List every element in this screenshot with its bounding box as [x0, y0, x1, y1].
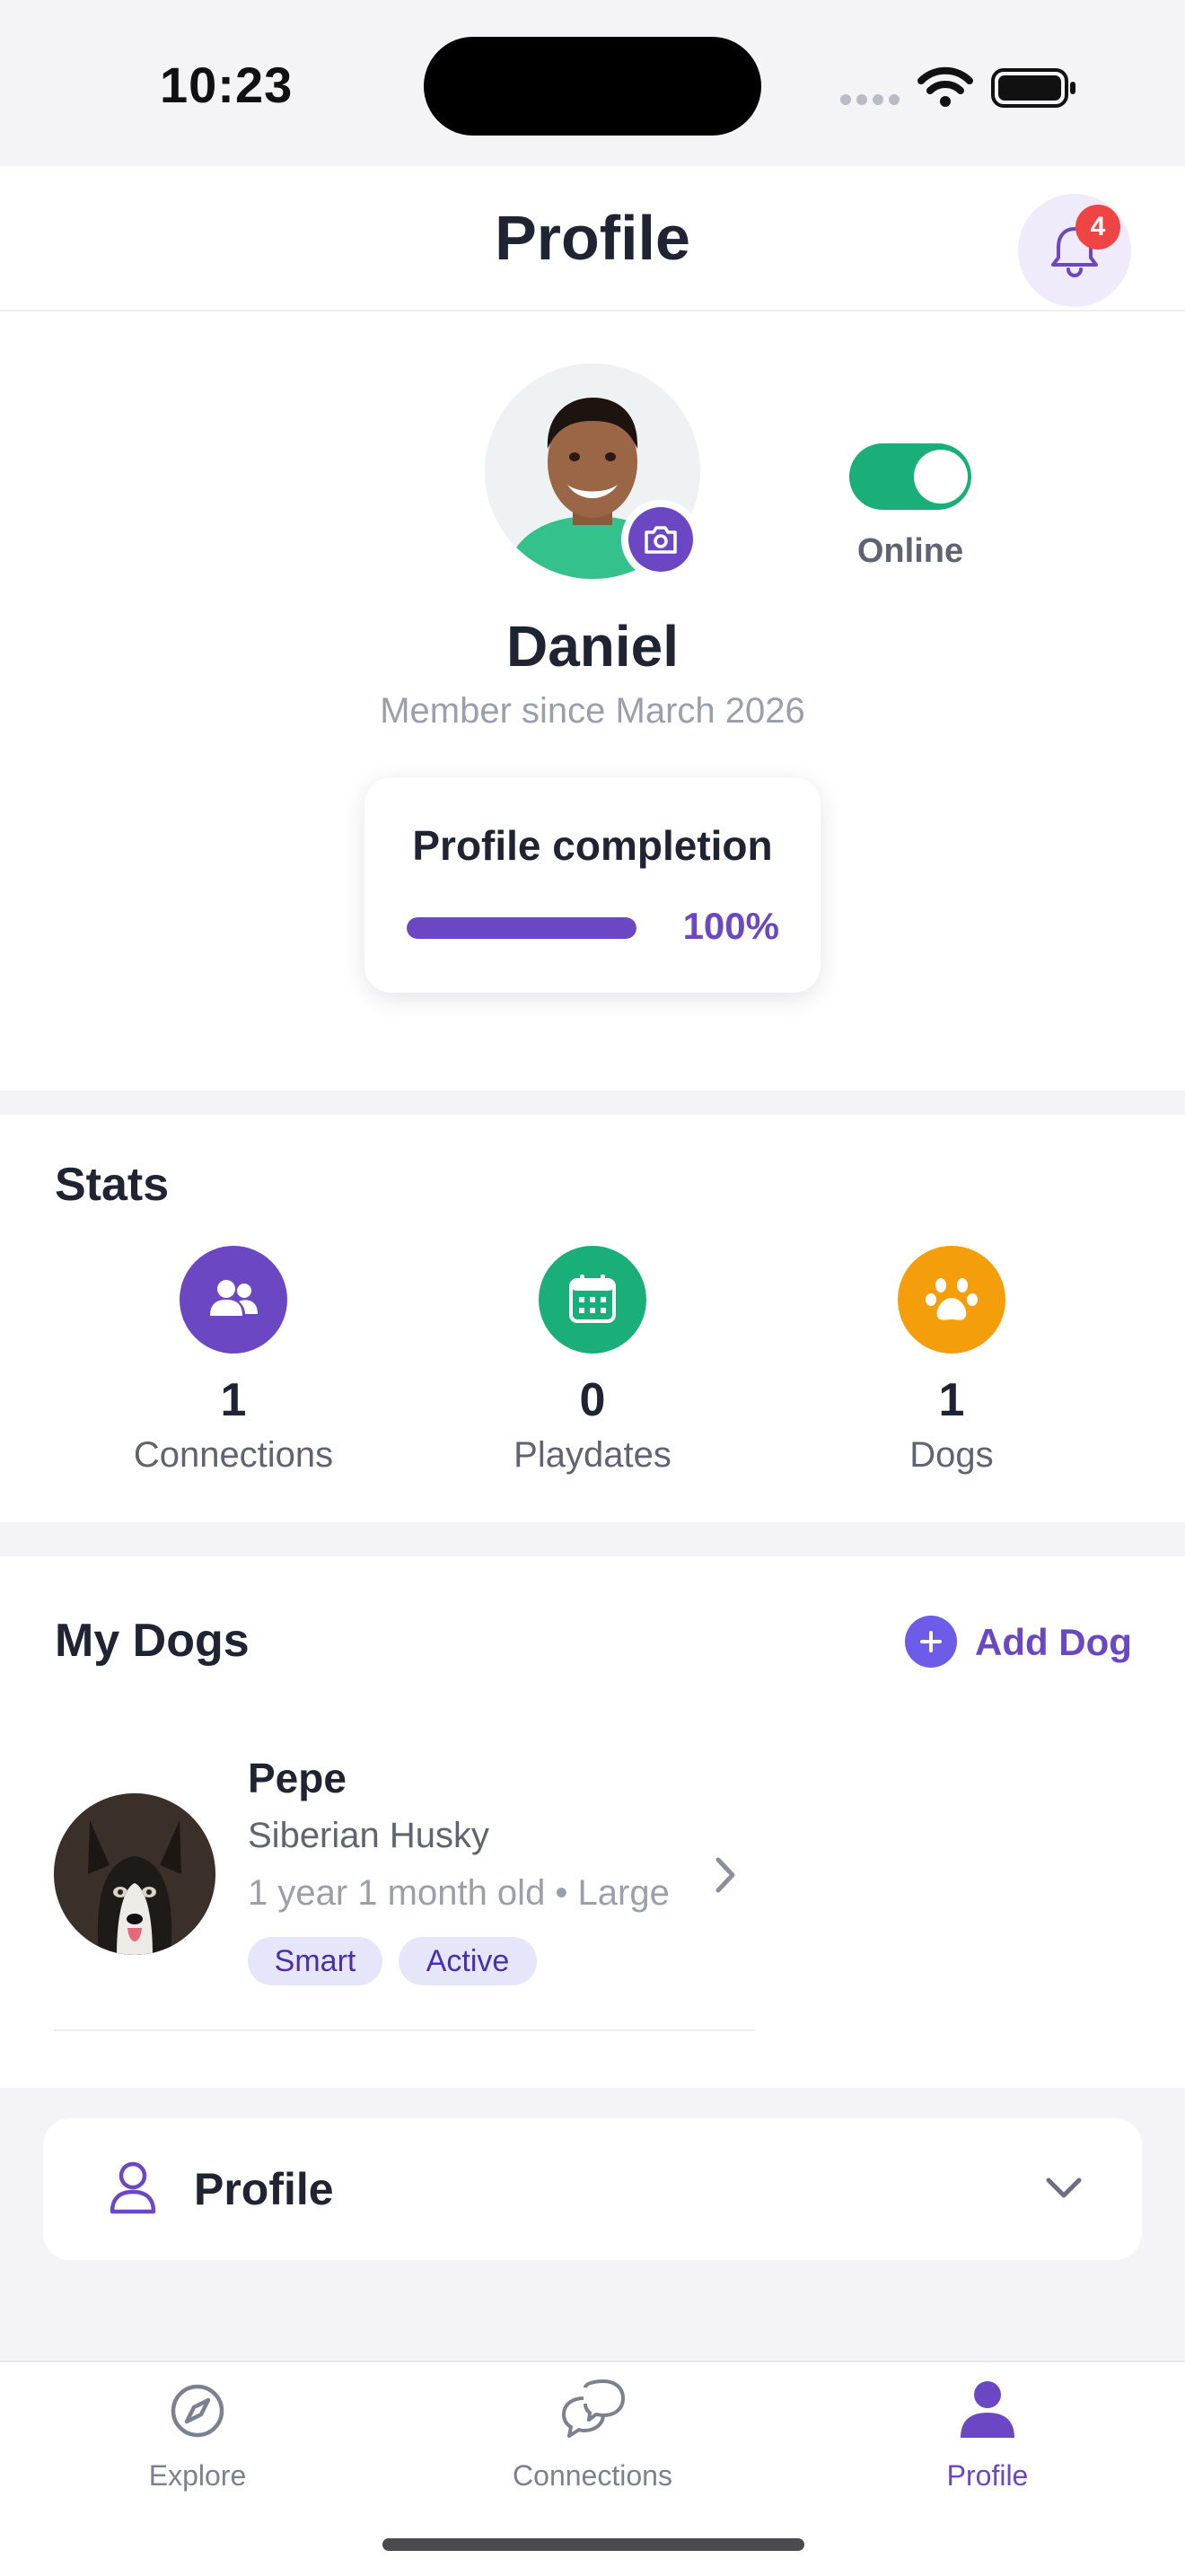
- stat-playdates-value: 0: [579, 1374, 606, 1426]
- dog-photo: [54, 1793, 215, 1955]
- profile-accordion-label: Profile: [194, 2164, 334, 2214]
- user-name: Daniel: [505, 614, 680, 679]
- member-since: Member since March 2026: [380, 691, 805, 731]
- stat-dogs-label: Dogs: [909, 1435, 994, 1475]
- online-toggle-knob: [914, 450, 968, 504]
- tab-explore-label: Explore: [148, 2459, 247, 2492]
- online-status-label: Online: [856, 532, 964, 570]
- dog-name: Pepe: [248, 1755, 347, 1801]
- home-indicator: [382, 2538, 804, 2551]
- tab-profile-label: Profile: [946, 2459, 1029, 2492]
- stats-title: Stats: [55, 1159, 170, 1211]
- compass-icon: [171, 2384, 224, 2438]
- people-icon: [180, 1246, 287, 1354]
- chat-bubbles-icon: [562, 2379, 625, 2438]
- battery-icon: [991, 68, 1075, 108]
- stat-connections-value: 1: [220, 1374, 247, 1426]
- profile-completion-percent: 100%: [682, 905, 779, 947]
- notification-badge: 4: [1075, 205, 1120, 250]
- page-title: Profile: [495, 203, 690, 273]
- person-outline-icon: [110, 2161, 156, 2214]
- profile-completion-progress-fill: [407, 917, 636, 939]
- dynamic-island: [424, 37, 761, 136]
- dog-tag-active: Active: [399, 1937, 537, 1985]
- tab-connections-label: Connections: [513, 2459, 672, 2492]
- stat-connections-label: Connections: [133, 1435, 334, 1475]
- dog-age-size: 1 year 1 month old • Large: [248, 1873, 670, 1913]
- profile-completion-title: Profile completion: [412, 822, 773, 869]
- stat-playdates-label: Playdates: [514, 1435, 672, 1475]
- paw-icon: [898, 1246, 1005, 1354]
- profile-completion-progress: [407, 917, 636, 939]
- my-dogs-title: My Dogs: [55, 1615, 250, 1667]
- status-time: 10:23: [160, 57, 294, 113]
- profile-completion-card: [364, 777, 821, 993]
- dog-tag-smart: Smart: [248, 1937, 382, 1985]
- dog-breed: Siberian Husky: [248, 1816, 490, 1855]
- camera-icon: [628, 507, 693, 572]
- person-icon: [961, 2381, 1014, 2438]
- chevron-down-icon: [1046, 2177, 1082, 2198]
- calendar-icon: [539, 1246, 646, 1354]
- add-dog-label[interactable]: Add Dog: [975, 1621, 1132, 1664]
- divider: [54, 2029, 754, 2031]
- wifi-icon: [917, 66, 973, 107]
- cellular-signal-icon: [840, 93, 905, 110]
- stat-dogs-value: 1: [938, 1374, 965, 1426]
- chevron-right-icon: [715, 1857, 735, 1893]
- plus-icon: [905, 1616, 957, 1668]
